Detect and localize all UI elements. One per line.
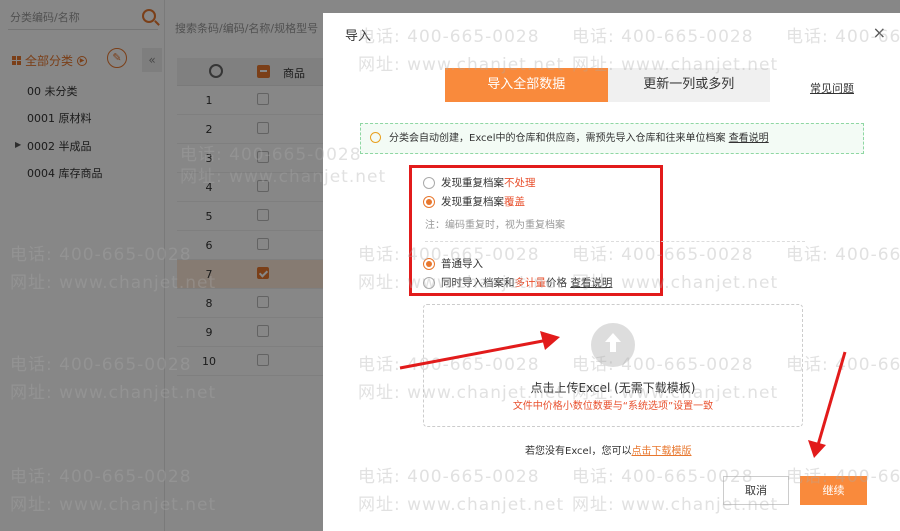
radio-circle-selected[interactable] bbox=[423, 257, 435, 270]
radio-dup-overwrite[interactable]: 发现重复档案覆盖 bbox=[423, 194, 525, 209]
radio-label: 发现重复档案 bbox=[441, 177, 504, 189]
upload-hint: 文件中价格小数位数要与“系统选项”设置一致 bbox=[512, 401, 714, 412]
cancel-button[interactable]: 取消 bbox=[723, 476, 789, 505]
template-download-line: 若您没有Excel，您可以点击下载模版 bbox=[525, 442, 692, 457]
import-tabs: 导入全部数据 更新一列或多列 bbox=[445, 68, 770, 102]
tab-update-columns[interactable]: 更新一列或多列 bbox=[607, 68, 770, 102]
help-link[interactable]: 查看说明 bbox=[570, 277, 612, 289]
radio-circle[interactable] bbox=[423, 276, 435, 289]
download-template-link[interactable]: 点击下载模版 bbox=[632, 446, 692, 457]
lightbulb-icon bbox=[370, 132, 381, 143]
dialog-title: 导入 bbox=[345, 29, 372, 44]
radio-multi-unit-import[interactable]: 同时导入档案和多计量价格 查看说明 bbox=[423, 275, 612, 290]
tab-import-all[interactable]: 导入全部数据 bbox=[445, 68, 608, 102]
template-prompt: 若您没有Excel，您可以 bbox=[525, 446, 632, 457]
import-dialog: 导入 × 导入全部数据 更新一列或多列 常见问题 分类会自动创建，Excel中的… bbox=[323, 13, 900, 531]
duplicate-note: 注：编码重复时，视为重复档案 bbox=[425, 220, 565, 231]
radio-circle[interactable] bbox=[423, 176, 435, 189]
radio-label-emphasis: 不处理 bbox=[504, 177, 536, 189]
faq-link[interactable]: 常见问题 bbox=[810, 80, 854, 96]
radio-label: 同时导入档案和 bbox=[441, 277, 515, 289]
excel-upload-area[interactable]: 点击上传Excel (无需下载模板) 文件中价格小数位数要与“系统选项”设置一致 bbox=[423, 304, 803, 427]
notice-text: 分类会自动创建，Excel中的仓库和供应商，需预先导入仓库和往来单位档案 bbox=[389, 133, 726, 144]
close-icon[interactable]: × bbox=[873, 23, 886, 42]
radio-label-emphasis: 多计量 bbox=[514, 277, 547, 289]
radio-label: 普通导入 bbox=[441, 258, 483, 270]
radio-normal-import[interactable]: 普通导入 bbox=[423, 256, 483, 271]
divider bbox=[425, 241, 805, 242]
radio-dup-skip[interactable]: 发现重复档案不处理 bbox=[423, 175, 536, 190]
upload-title: 点击上传Excel (无需下载模板) bbox=[530, 381, 696, 395]
info-notice: 分类会自动创建，Excel中的仓库和供应商，需预先导入仓库和往来单位档案 查看说… bbox=[360, 123, 864, 154]
upload-icon[interactable] bbox=[591, 323, 635, 367]
notice-help-link[interactable]: 查看说明 bbox=[729, 133, 769, 144]
continue-button[interactable]: 继续 bbox=[800, 476, 867, 505]
radio-circle-selected[interactable] bbox=[423, 195, 435, 208]
radio-label-emphasis: 覆盖 bbox=[504, 196, 525, 208]
radio-label: 发现重复档案 bbox=[441, 196, 504, 208]
radio-label-suffix: 价格 bbox=[546, 277, 567, 289]
